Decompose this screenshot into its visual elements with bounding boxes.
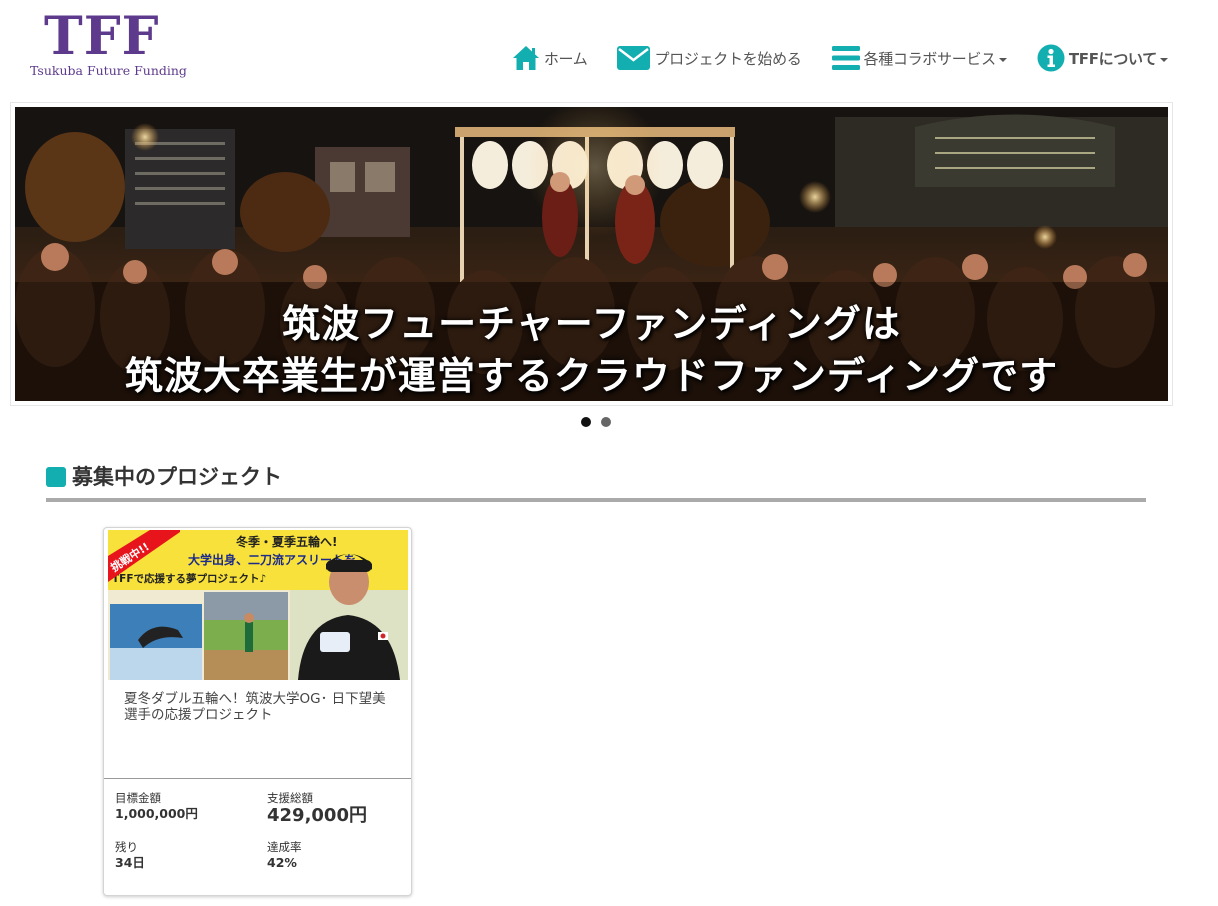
section-header: 募集中のプロジェクト [46,462,1146,502]
remaining-days-value: 34日 [115,855,145,870]
nav-collab-services-label: 各種コラボサービス [863,49,997,68]
list-icon [831,46,860,70]
raised-amount: 支援総額 429,000円 [267,791,367,827]
banner-line3: TFFで応援する夢プロジェクト♪ [112,572,266,585]
chevron-down-icon [998,58,1007,62]
envelope-icon [617,46,651,70]
section-marker [46,467,66,487]
target-amount-label: 目標金額 [115,791,161,805]
remaining-days-label: 残り [115,840,138,854]
hero-slide: 筑波フューチャーファンディングは 筑波大卒業生が運営するクラウドファンディングで… [15,107,1168,401]
nav-collab-services[interactable]: 各種コラボサービス [831,46,1007,70]
site-logo[interactable]: TFF Tsukuba Future Funding [30,8,190,83]
achievement-rate-value: 42% [267,855,297,870]
project-thumbnail[interactable]: 冬季・夏季五輪へ! 大学出身、二刀流アスリートを TFFで応援する夢プロジェクト… [108,530,408,680]
achievement-rate: 達成率 42% [267,840,302,872]
info-icon [1037,44,1065,72]
nav-home-label: ホーム [543,49,588,68]
nav-about-tff-label: TFFについて [1068,49,1157,68]
hero-headline-line1: 筑波フューチャーファンディングは [282,302,901,346]
carousel-dot-1[interactable] [581,417,591,427]
target-amount: 目標金額 1,000,000円 [115,791,198,823]
nav-start-project-label: プロジェクトを始める [654,49,802,68]
logo-text: TFF [44,6,160,67]
raised-amount-label: 支援総額 [267,791,313,805]
section-title: 募集中のプロジェクト [72,465,282,489]
logo-subtitle: Tsukuba Future Funding [30,63,187,78]
main-nav: ホーム プロジェクトを始める 各種コラボサービス TFFについて [512,40,1168,76]
raised-amount-value: 429,000円 [267,805,367,826]
project-card[interactable]: 冬季・夏季五輪へ! 大学出身、二刀流アスリートを TFFで応援する夢プロジェクト… [103,527,412,896]
carousel-dot-2[interactable] [601,417,611,427]
achievement-rate-label: 達成率 [267,840,302,854]
carousel-indicators [581,417,621,427]
nav-home[interactable]: ホーム [512,45,588,71]
project-banner-image: 冬季・夏季五輪へ! 大学出身、二刀流アスリートを TFFで応援する夢プロジェクト… [108,530,408,680]
hero-headline-line2: 筑波大卒業生が運営するクラウドファンディングです [124,354,1059,398]
chevron-down-icon [1160,58,1168,62]
banner-line1: 冬季・夏季五輪へ! [236,534,337,549]
home-icon [512,46,539,70]
hero-carousel[interactable]: 筑波フューチャーファンディングは 筑波大卒業生が運営するクラウドファンディングで… [10,102,1173,406]
remaining-days: 残り 34日 [115,840,145,872]
nav-about-tff[interactable]: TFFについて [1037,44,1168,72]
nav-start-project[interactable]: プロジェクトを始める [617,46,802,70]
target-amount-value: 1,000,000円 [115,806,198,821]
card-divider [104,778,411,779]
project-title[interactable]: 夏冬ダブル五輪へ！筑波大学OG･ 日下望美選手の応援プロジェクト [124,691,394,723]
